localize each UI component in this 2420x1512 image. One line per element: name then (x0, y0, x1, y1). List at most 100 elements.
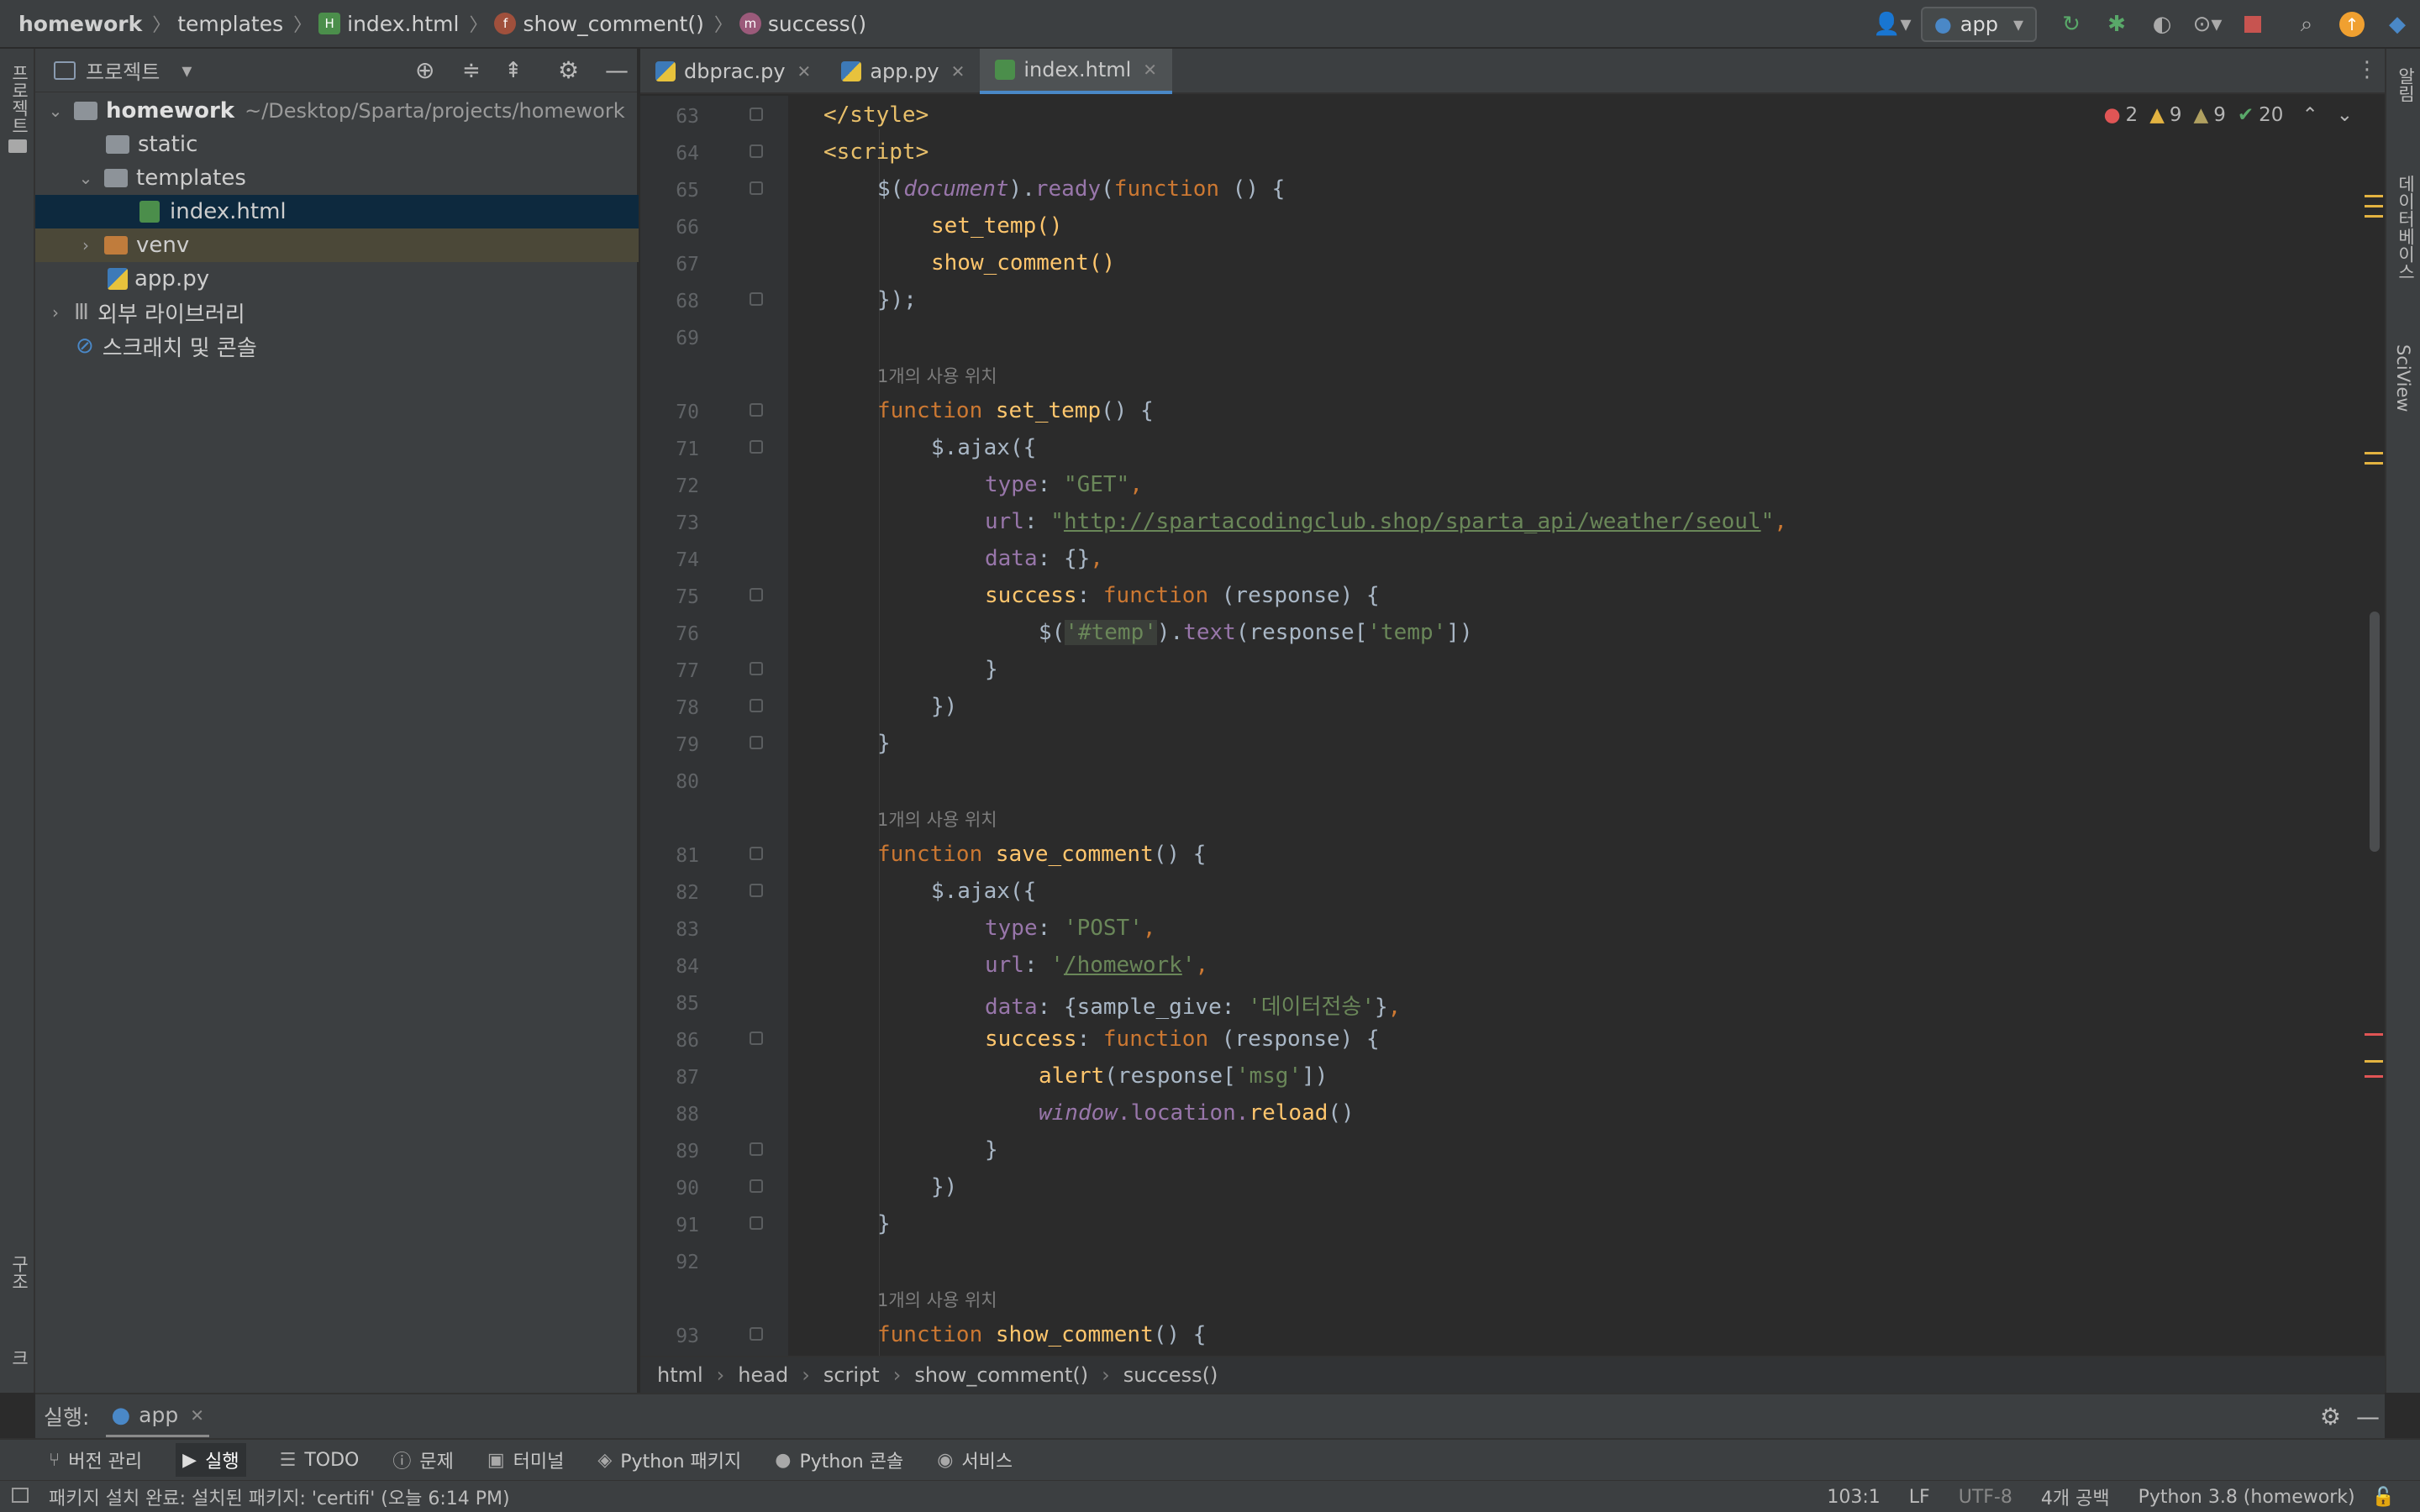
dropdown-icon[interactable]: ▾ (182, 59, 192, 82)
gear-icon[interactable]: ⚙ (558, 56, 579, 84)
fold-marker-icon[interactable] (750, 847, 763, 860)
interpreter-selector[interactable]: Python 3.8 (homework) (2139, 1487, 2355, 1508)
scroll-marker[interactable] (2365, 1033, 2383, 1036)
user-icon[interactable]: 👤▾ (1867, 5, 1918, 44)
cursor-position[interactable]: 103:1 (1827, 1487, 1880, 1508)
notifications-tool-button[interactable]: 알림 (2393, 67, 2418, 102)
close-icon[interactable]: ✕ (951, 61, 965, 81)
update-icon[interactable]: ↑ (2333, 5, 2371, 44)
tool-todo[interactable]: ☰ TODO (280, 1450, 360, 1471)
tree-item-venv[interactable]: › venv (35, 228, 639, 262)
chevron-down-icon[interactable]: ⌄ (45, 101, 66, 121)
crumb-item[interactable]: head (738, 1363, 788, 1387)
rerun-icon[interactable]: ↻ (2052, 5, 2091, 44)
usage-hint[interactable]: 1개의 사용 위치 (877, 1287, 997, 1312)
scroll-marker[interactable] (2365, 462, 2383, 465)
project-panel-title[interactable]: 프로젝트 (86, 55, 160, 85)
structure-tool-button[interactable]: 구조 (7, 1255, 32, 1290)
chevron-right-icon[interactable]: › (76, 235, 96, 255)
tree-item-external-libraries[interactable]: › Ⅲ 외부 라이브러리 (35, 296, 639, 329)
locate-icon[interactable]: ⊕ (415, 56, 434, 84)
tool-problems[interactable]: ⓘ 문제 (392, 1446, 454, 1473)
indent-setting[interactable]: 4개 공백 (2041, 1483, 2110, 1510)
scroll-marker[interactable] (2365, 195, 2383, 197)
chevron-up-icon[interactable]: ⌃ (2302, 104, 2317, 126)
tool-version-control[interactable]: ⑂ 버전 관리 (49, 1446, 142, 1473)
collapse-all-icon[interactable]: ⇞ (504, 58, 523, 83)
status-message[interactable]: 패키지 설치 완료: 설치된 패키지: 'certifi' (오늘 6:14 P… (49, 1483, 510, 1510)
usage-hint[interactable]: 1개의 사용 위치 (877, 806, 997, 832)
run-config-selector[interactable]: ● app ▾ (1920, 7, 2037, 42)
fold-marker-icon[interactable] (750, 108, 763, 121)
expand-all-icon[interactable]: ≑ (462, 58, 481, 83)
scrollbar-thumb[interactable] (2370, 612, 2380, 852)
fold-marker-icon[interactable] (750, 181, 763, 195)
project-tool-button[interactable]: 프로젝트 (7, 64, 32, 134)
toolbox-icon[interactable]: ◆ (2378, 5, 2417, 44)
close-icon[interactable]: ✕ (190, 1405, 204, 1425)
tree-item-static[interactable]: static (35, 128, 639, 161)
fold-marker-icon[interactable] (750, 1142, 763, 1156)
url-link[interactable]: http://spartacodingclub.shop/sparta_api/… (1064, 509, 1761, 534)
scroll-marker[interactable] (2365, 205, 2383, 207)
crumb-function[interactable]: show_comment() (523, 12, 703, 36)
minimize-icon[interactable]: — (2356, 1403, 2380, 1431)
tree-root[interactable]: ⌄ homework ~/Desktop/Sparta/projects/hom… (35, 94, 639, 128)
more-options-icon[interactable]: ⋮ (2356, 57, 2378, 82)
scroll-marker[interactable] (2365, 452, 2383, 454)
minimize-icon[interactable]: — (605, 56, 629, 84)
profile-icon[interactable]: ⊙▾ (2188, 5, 2227, 44)
crumb-item[interactable]: html (657, 1363, 703, 1387)
fold-marker-icon[interactable] (750, 588, 763, 601)
crumb-file[interactable]: index.html (347, 12, 459, 36)
layout-icon[interactable] (12, 1488, 29, 1503)
chevron-down-icon[interactable]: ⌄ (76, 168, 96, 188)
close-icon[interactable]: ✕ (1143, 60, 1157, 80)
tool-python-packages[interactable]: ◈ Python 패키지 (597, 1446, 741, 1473)
file-encoding[interactable]: UTF-8 (1959, 1487, 2012, 1508)
lock-icon[interactable]: 🔓 (2372, 1487, 2395, 1508)
fold-marker-icon[interactable] (750, 884, 763, 897)
tree-item-app-py[interactable]: app.py (35, 262, 639, 296)
scroll-marker[interactable] (2365, 215, 2383, 218)
crumb-method[interactable]: success() (768, 12, 866, 36)
debug-icon[interactable]: ✱ (2097, 5, 2136, 44)
line-separator[interactable]: LF (1909, 1487, 1930, 1508)
close-icon[interactable]: ✕ (797, 61, 812, 81)
stop-icon[interactable] (2233, 5, 2272, 44)
chevron-right-icon[interactable]: › (45, 302, 66, 323)
crumb-project[interactable]: homework (18, 12, 142, 36)
crumb-item[interactable]: show_comment() (914, 1363, 1088, 1387)
fold-marker-icon[interactable] (750, 699, 763, 712)
fold-marker-icon[interactable] (750, 144, 763, 158)
tool-services[interactable]: ◉ 서비스 (937, 1446, 1013, 1473)
tool-python-console[interactable]: ● Python 콘솔 (775, 1446, 903, 1473)
chevron-down-icon[interactable]: ⌄ (2337, 104, 2353, 126)
tree-item-templates[interactable]: ⌄ templates (35, 161, 639, 195)
tab-index-html[interactable]: index.html ✕ (980, 49, 1173, 94)
tab-dbprac-py[interactable]: dbprac.py ✕ (640, 49, 826, 94)
tool-terminal[interactable]: ▣ 터미널 (487, 1446, 565, 1473)
code-editor[interactable]: </style> <script> $(document).ready(func… (788, 96, 2385, 1356)
fold-marker-icon[interactable] (750, 292, 763, 306)
fold-marker-icon[interactable] (750, 662, 763, 675)
crumb-folder[interactable]: templates (177, 12, 283, 36)
scroll-marker[interactable] (2365, 1060, 2383, 1063)
tree-item-index-html[interactable]: index.html (35, 195, 639, 228)
crumb-item[interactable]: script (823, 1363, 880, 1387)
search-icon[interactable]: ⌕ (2287, 5, 2326, 44)
url-link[interactable]: /homework (1064, 953, 1182, 978)
fold-marker-icon[interactable] (750, 736, 763, 749)
database-tool-button[interactable]: 데이터베이스 (2393, 175, 2418, 281)
run-tab[interactable]: ● app ✕ (106, 1395, 209, 1437)
coverage-icon[interactable]: ◐ (2143, 5, 2181, 44)
tree-item-scratches[interactable]: ⊘ 스크래치 및 콘솔 (35, 329, 639, 363)
gear-icon[interactable]: ⚙ (2320, 1403, 2341, 1431)
fold-marker-icon[interactable] (750, 1216, 763, 1230)
crumb-item[interactable]: success() (1123, 1363, 1218, 1387)
fold-marker-icon[interactable] (750, 403, 763, 417)
fold-marker-icon[interactable] (750, 1179, 763, 1193)
fold-marker-icon[interactable] (750, 440, 763, 454)
usage-hint[interactable]: 1개의 사용 위치 (877, 363, 997, 388)
fold-marker-icon[interactable] (750, 1032, 763, 1045)
